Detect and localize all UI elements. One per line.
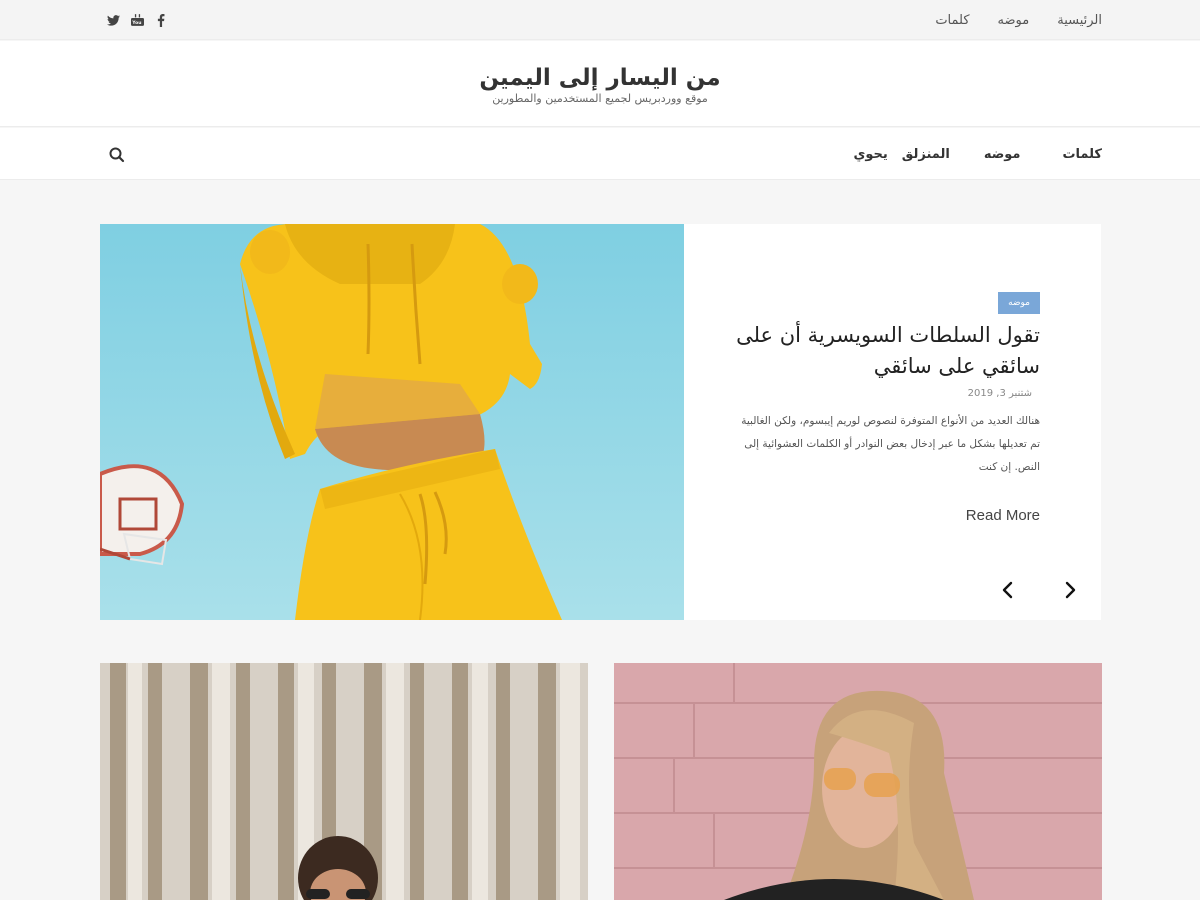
search-icon[interactable] bbox=[108, 146, 126, 164]
social-links: You bbox=[106, 0, 168, 40]
category-badge[interactable]: موضه bbox=[998, 292, 1040, 314]
site-title[interactable]: من اليسار إلى اليمين bbox=[0, 64, 1200, 92]
twitter-icon[interactable] bbox=[106, 13, 120, 27]
post-excerpt: هنالك العديد من الأنواع المتوفرة لنصوص ل… bbox=[741, 415, 1040, 473]
top-nav-words[interactable]: كلمات bbox=[935, 13, 969, 28]
post-card-image[interactable] bbox=[614, 663, 1102, 900]
svg-text:You: You bbox=[131, 20, 141, 26]
top-nav-fashion[interactable]: موضه bbox=[998, 13, 1030, 28]
chevron-left-icon[interactable] bbox=[996, 578, 1020, 602]
main-nav-fashion[interactable]: موضه bbox=[984, 147, 1021, 162]
top-bar: You الرئيسية موضه كلمات bbox=[0, 0, 1200, 40]
main-nav-contains[interactable]: يحوي bbox=[853, 147, 887, 162]
top-nav: الرئيسية موضه كلمات bbox=[935, 0, 1102, 40]
site-header: من اليسار إلى اليمين موقع ووردبريس لجميع… bbox=[0, 41, 1200, 127]
featured-slider: موضه تقول السلطات السويسرية أن على سائقي… bbox=[100, 224, 1101, 620]
featured-image[interactable] bbox=[100, 224, 684, 620]
main-nav-slider[interactable]: المنزلق bbox=[902, 147, 950, 162]
youtube-icon[interactable]: You bbox=[130, 13, 144, 27]
post-date: شتنبر 3, 2019 bbox=[967, 388, 1032, 399]
post-card-image[interactable] bbox=[100, 663, 588, 900]
main-nav-words[interactable]: كلمات bbox=[1062, 147, 1102, 162]
featured-post: موضه تقول السلطات السويسرية أن على سائقي… bbox=[684, 224, 1101, 620]
top-nav-home[interactable]: الرئيسية bbox=[1057, 13, 1102, 28]
chevron-right-icon[interactable] bbox=[1058, 578, 1082, 602]
post-title[interactable]: تقول السلطات السويسرية أن على سائقي على … bbox=[720, 320, 1040, 382]
read-more-link[interactable]: Read More bbox=[966, 507, 1040, 524]
main-nav: كلمات موضه المنزلق يحوي bbox=[0, 128, 1200, 180]
facebook-icon[interactable] bbox=[154, 13, 168, 27]
site-description: موقع ووردبريس لجميع المستخدمين والمطورين bbox=[492, 92, 708, 105]
